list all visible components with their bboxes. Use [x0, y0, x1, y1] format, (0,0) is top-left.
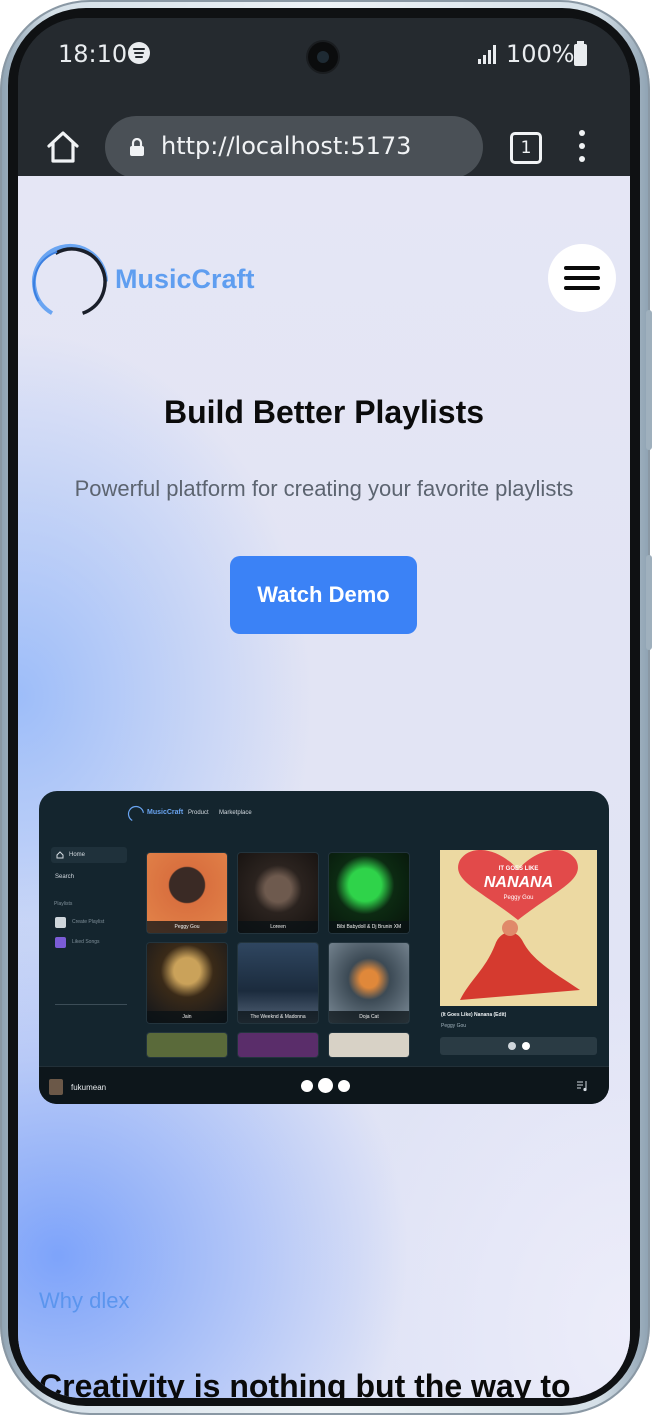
- spotify-icon: [128, 42, 150, 64]
- preview-divider: [55, 1004, 127, 1005]
- preview-tile: Bibi Babydoll & Dj Brunin XM: [329, 853, 409, 933]
- preview-sidebar: Home Search Playlists Create Playlist Li…: [51, 843, 131, 1013]
- preview-spotify-icon: [522, 1042, 530, 1050]
- preview-tile: Jain: [147, 943, 227, 1023]
- status-time: 18:10: [58, 40, 128, 68]
- hamburger-menu-icon[interactable]: [548, 244, 616, 312]
- preview-heart-icon: [55, 937, 66, 948]
- preview-art-line2: NANANA: [483, 874, 554, 891]
- preview-home-icon: [56, 851, 64, 859]
- preview-tile: [329, 1033, 409, 1057]
- preview-art-artist: Peggy Gou: [503, 895, 534, 901]
- preview-sidebar-search: Search: [55, 874, 75, 880]
- preview-user-avatar: [49, 1079, 63, 1095]
- preview-liked-songs: Liked Songs: [72, 939, 100, 945]
- preview-brand: MusicCraft: [147, 809, 184, 816]
- preview-tile: The Weeknd & Madonna: [238, 943, 318, 1023]
- preview-tile: [238, 1033, 318, 1057]
- preview-track-artist: Peggy Gou: [441, 1023, 467, 1029]
- url-text: http://localhost:5173: [161, 132, 412, 160]
- preview-tile: Peggy Gou: [147, 853, 227, 933]
- preview-create-playlist: Create Playlist: [72, 919, 105, 925]
- preview-tile-label: Loreen: [238, 921, 318, 933]
- preview-play-icon: [318, 1078, 333, 1093]
- power-button: [646, 555, 652, 650]
- preview-next-icon: [338, 1080, 350, 1092]
- preview-username: fukumean: [71, 1083, 107, 1092]
- preview-tile-label: Doja Cat: [329, 1011, 409, 1023]
- preview-share-bar: [440, 1037, 597, 1055]
- home-icon[interactable]: [46, 130, 80, 164]
- preview-tile-label: Peggy Gou: [147, 921, 227, 933]
- lock-icon: [130, 138, 144, 156]
- hero-title: Build Better Playlists: [163, 394, 485, 430]
- musiccraft-logo-icon: [32, 244, 108, 320]
- preview-nav-product: Product: [188, 810, 209, 816]
- preview-prev-icon: [301, 1080, 313, 1092]
- preview-tile: [147, 1033, 227, 1057]
- hero-subtitle: Powerful platform for creating your favo…: [74, 476, 574, 501]
- preview-tile-label: The Weeknd & Madonna: [238, 1011, 318, 1023]
- preview-sidebar-home: Home: [51, 847, 127, 863]
- preview-logo-icon: [127, 805, 145, 823]
- battery-icon: [574, 41, 587, 66]
- preview-album-art: IT GOES LIKE NANANA Peggy Gou: [440, 850, 597, 1006]
- tabs-icon[interactable]: 1: [510, 132, 542, 164]
- more-options-icon[interactable]: [578, 130, 586, 164]
- preview-sidebar-section: Playlists: [54, 901, 73, 907]
- battery-percent: 100%: [506, 40, 575, 68]
- preview-nav-marketplace: Marketplace: [219, 810, 252, 816]
- browser-toolbar: http://localhost:5173 1: [18, 96, 630, 178]
- why-link[interactable]: Why dlex: [39, 1288, 129, 1314]
- brand-name[interactable]: MusicCraft: [115, 264, 255, 295]
- preview-track-title: (It Goes Like) Nanana (Edit): [441, 1012, 507, 1018]
- signal-icon: [478, 44, 500, 64]
- volume-button: [646, 310, 652, 450]
- preview-tile: Loreen: [238, 853, 318, 933]
- watch-demo-button[interactable]: Watch Demo: [230, 556, 417, 634]
- phone-frame: 18:10 100% http://localhost:5173 1 Music…: [0, 0, 652, 1415]
- preview-queue-icon: [577, 1081, 587, 1092]
- preview-player-bar: fukumean: [39, 1066, 609, 1104]
- preview-plus-icon: [55, 917, 66, 928]
- section-heading: Creativity is nothing but the way to: [39, 1368, 571, 1398]
- preview-tile-label: Jain: [147, 1011, 227, 1023]
- preview-tile-label: Bibi Babydoll & Dj Brunin XM: [329, 921, 409, 933]
- preview-home-label: Home: [69, 852, 86, 858]
- web-page: MusicCraft Build Better Playlists Powerf…: [18, 176, 630, 1398]
- screen: 18:10 100% http://localhost:5173 1 Music…: [18, 18, 630, 1398]
- front-camera: [308, 42, 338, 72]
- preview-art-line1: IT GOES LIKE: [498, 866, 539, 872]
- preview-tile: Doja Cat: [329, 943, 409, 1023]
- app-preview-image: MusicCraft Product Marketplace Home Sear…: [39, 791, 609, 1104]
- preview-snapchat-icon: [508, 1042, 516, 1050]
- status-bar: 18:10 100%: [18, 18, 630, 96]
- url-bar[interactable]: http://localhost:5173: [105, 116, 483, 178]
